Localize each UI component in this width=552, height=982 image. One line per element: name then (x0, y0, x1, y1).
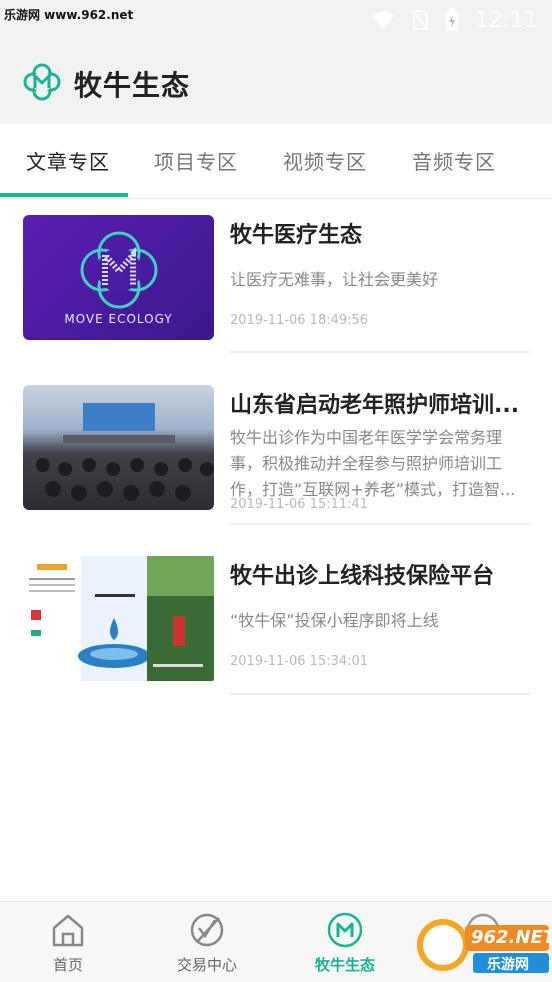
article-date: 2019-11-06 18:49:56 (230, 313, 369, 328)
home-icon (52, 914, 84, 947)
divider (230, 523, 530, 525)
status-time: 12:11 (474, 7, 538, 33)
active-tab-indicator (0, 193, 128, 197)
nav-label: 首页 (52, 956, 83, 974)
article-title: 牧牛医疗生态 (230, 223, 363, 248)
watermark-site: 乐游网 (487, 957, 529, 973)
article-description: 让医疗无难事，让社会更美好 (230, 270, 439, 289)
watermark-brand: 962.NET (471, 927, 552, 948)
article-thumbnail (23, 385, 214, 510)
article-item[interactable]: MOVE ECOLOGY 牧牛医疗生态 让医疗无难事，让社会更美好 2019-1… (0, 215, 552, 385)
nav-home[interactable]: 首页 (13, 902, 123, 982)
divider (230, 693, 530, 695)
article-title: 牧牛出诊上线科技保险平台 (230, 564, 495, 589)
conference-photo-icon (36, 403, 214, 501)
nav-label: 牧牛生态 (314, 956, 375, 974)
no-sim-icon (410, 9, 429, 31)
nav-label: 交易中心 (176, 956, 237, 974)
tab-videos[interactable]: 视频专区 (283, 146, 367, 175)
battery-icon (445, 8, 458, 31)
status-bar: 乐游网 www.962.net 12:11 (0, 0, 552, 40)
thumbnail-caption: MOVE ECOLOGY (64, 312, 173, 326)
watermark-logo: 962.NET 乐游网 (415, 915, 552, 975)
tab-articles[interactable]: 文章专区 (26, 146, 110, 175)
article-thumbnail (23, 556, 214, 681)
article-date: 2019-11-06 15:11:41 (230, 497, 369, 512)
ecology-icon (327, 912, 363, 948)
status-icons: 12:11 (371, 6, 538, 34)
brochure-image-icon (23, 556, 214, 681)
page-title: 牧牛生态 (74, 69, 191, 102)
tab-audio[interactable]: 音频专区 (412, 146, 496, 175)
article-item[interactable]: 山东省启动老年照护师培训... 牧牛出诊作为中国老年医学学会常务理事，积极推动并… (0, 385, 552, 555)
article-title: 山东省启动老年照护师培训... (230, 393, 520, 418)
article-thumbnail: MOVE ECOLOGY (23, 215, 214, 340)
article-description: 牧牛出诊作为中国老年医学学会常务理事，积极推动并全程参与照护师培训工作，打造“互… (230, 428, 516, 499)
wifi-icon (371, 11, 394, 29)
app-header: 牧牛生态 (0, 40, 552, 124)
category-tabs: 文章专区 项目专区 视频专区 音频专区 (0, 124, 552, 199)
tab-projects[interactable]: 项目专区 (154, 146, 238, 175)
divider (230, 351, 530, 353)
trade-icon (190, 913, 224, 947)
article-date: 2019-11-06 15:34:01 (230, 654, 369, 669)
nav-ecology[interactable]: 牧牛生态 (290, 902, 400, 982)
ecology-logo-icon (23, 63, 61, 101)
article-item[interactable]: 牧牛出诊上线科技保险平台 “牧牛保”投保小程序即将上线 2019-11-06 1… (0, 556, 552, 726)
article-description: “牧牛保”投保小程序即将上线 (230, 611, 439, 630)
nav-trade-center[interactable]: 交易中心 (152, 902, 262, 982)
watermark-text: 乐游网 www.962.net (4, 8, 134, 22)
